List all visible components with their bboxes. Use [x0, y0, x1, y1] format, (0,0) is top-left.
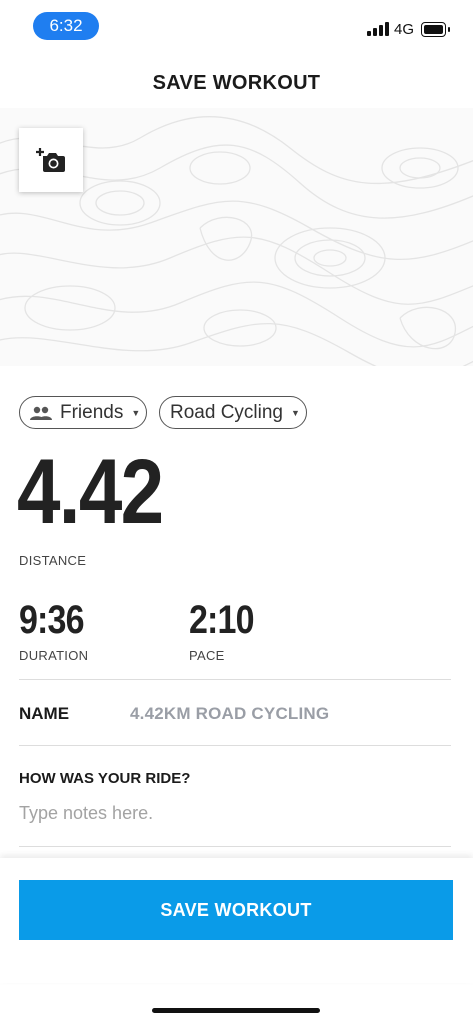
distance-value: 4.42: [17, 441, 164, 543]
add-photo-button[interactable]: [19, 128, 83, 192]
visibility-dropdown[interactable]: Friends ▼: [19, 396, 147, 429]
name-label: NAME: [19, 704, 70, 723]
status-bar: 6:32 4G: [0, 0, 473, 52]
status-time: 6:32: [33, 12, 99, 40]
duration-label: DURATION: [19, 648, 89, 663]
workout-name-field[interactable]: 4.42KM ROAD CYCLING: [130, 704, 329, 724]
chevron-down-icon: ▼: [131, 407, 141, 418]
activity-type-label: Road Cycling: [170, 401, 283, 423]
battery-icon: [421, 22, 450, 37]
network-type: 4G: [394, 21, 415, 38]
people-icon: [30, 406, 52, 420]
visibility-label: Friends: [60, 401, 124, 423]
duration-value: 9:36: [19, 598, 85, 642]
divider: [19, 745, 451, 746]
divider: [19, 679, 451, 680]
save-workout-button[interactable]: SAVE WORKOUT: [19, 880, 453, 940]
distance-label: DISTANCE: [19, 553, 87, 568]
activity-type-dropdown[interactable]: Road Cycling ▼: [159, 396, 307, 429]
divider: [19, 846, 451, 847]
chevron-down-icon: ▼: [291, 407, 300, 418]
home-indicator[interactable]: [152, 1008, 320, 1013]
notes-input[interactable]: [19, 798, 449, 828]
pace-value: 2:10: [189, 598, 255, 642]
pace-label: PACE: [189, 648, 225, 663]
signal-icon: [367, 22, 389, 36]
camera-plus-icon: [36, 148, 65, 172]
page-title: SAVE WORKOUT: [152, 72, 321, 94]
notes-question: HOW WAS YOUR RIDE?: [19, 770, 191, 787]
